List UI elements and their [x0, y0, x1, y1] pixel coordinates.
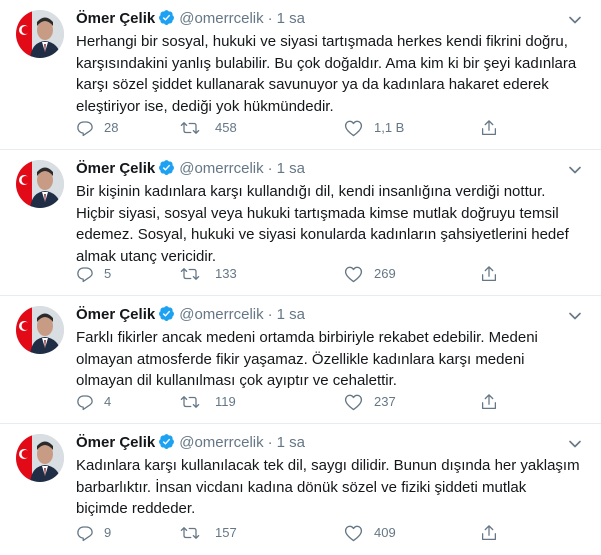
tweet-actions: 9 157 409 — [76, 523, 516, 543]
avatar[interactable] — [16, 10, 64, 58]
like-button[interactable]: 1,1 B — [344, 118, 434, 138]
tweet[interactable]: Ömer Çelik @omerrcelik · 1 sa Kadınlara kar… — [0, 424, 601, 555]
author-handle[interactable]: @omerrcelik — [179, 434, 263, 451]
tweet-actions: 28 458 1,1 B — [76, 118, 516, 138]
retweet-count: 119 — [215, 394, 236, 409]
tweet-header: Ömer Çelik @omerrcelik · 1 sa — [76, 158, 305, 180]
tweet-feed: Ömer Çelik @omerrcelik · 1 sa Herhangi bir … — [0, 0, 601, 555]
timestamp[interactable]: 1 sa — [277, 10, 305, 27]
retweet-count: 133 — [215, 266, 237, 281]
author-name[interactable]: Ömer Çelik — [76, 306, 155, 323]
reply-count: 28 — [104, 120, 119, 135]
like-button[interactable]: 237 — [344, 392, 434, 412]
like-button[interactable]: 409 — [344, 523, 434, 543]
avatar[interactable] — [16, 434, 64, 482]
tweet-actions: 5 133 269 — [76, 264, 516, 284]
reply-button[interactable]: 28 — [76, 118, 166, 138]
like-count: 237 — [374, 394, 396, 409]
reply-count: 5 — [104, 266, 112, 281]
author-name[interactable]: Ömer Çelik — [76, 434, 155, 451]
retweet-button[interactable]: 119 — [180, 392, 270, 412]
reply-count: 4 — [104, 394, 112, 409]
retweet-count: 157 — [215, 525, 237, 540]
retweet-button[interactable]: 133 — [180, 264, 270, 284]
tweet-actions: 4 119 237 — [76, 392, 516, 412]
tweet-text: Farklı fikirler ancak medeni ortamda bir… — [76, 329, 538, 389]
share-button[interactable] — [480, 392, 500, 412]
like-count: 1,1 B — [374, 120, 405, 135]
tweet-text: Herhangi bir sosyal, hukuki ve siyasi ta… — [76, 33, 577, 115]
reply-count: 9 — [104, 525, 112, 540]
avatar[interactable] — [16, 160, 64, 208]
retweet-count: 458 — [215, 120, 237, 135]
author-handle[interactable]: @omerrcelik — [179, 10, 263, 27]
separator: · — [267, 306, 273, 323]
author-handle[interactable]: @omerrcelik — [179, 306, 263, 323]
tweet[interactable]: Ömer Çelik @omerrcelik · 1 sa Bir kişinin k… — [0, 150, 601, 296]
reply-button[interactable]: 9 — [76, 523, 166, 543]
share-button[interactable] — [480, 523, 500, 543]
reply-button[interactable]: 5 — [76, 264, 166, 284]
author-handle[interactable]: @omerrcelik — [179, 160, 263, 177]
share-button[interactable] — [480, 118, 500, 138]
verified-badge-icon — [158, 159, 175, 183]
tweet[interactable]: Ömer Çelik @omerrcelik · 1 sa Herhangi bir … — [0, 0, 601, 150]
separator: · — [267, 10, 273, 27]
verified-badge-icon — [158, 305, 175, 329]
tweet[interactable]: Ömer Çelik @omerrcelik · 1 sa Farklı fikirl… — [0, 296, 601, 424]
author-name[interactable]: Ömer Çelik — [76, 160, 155, 177]
retweet-button[interactable]: 157 — [180, 523, 270, 543]
verified-badge-icon — [158, 9, 175, 33]
tweet-header: Ömer Çelik @omerrcelik · 1 sa — [76, 8, 305, 30]
timestamp[interactable]: 1 sa — [277, 434, 305, 451]
tweet-header: Ömer Çelik @omerrcelik · 1 sa — [76, 304, 305, 326]
share-button[interactable] — [480, 264, 500, 284]
chevron-down-icon[interactable] — [567, 308, 583, 324]
author-name[interactable]: Ömer Çelik — [76, 10, 155, 27]
like-count: 269 — [374, 266, 396, 281]
separator: · — [267, 160, 273, 177]
verified-badge-icon — [158, 433, 175, 457]
avatar[interactable] — [16, 306, 64, 354]
chevron-down-icon[interactable] — [567, 162, 583, 178]
retweet-button[interactable]: 458 — [180, 118, 270, 138]
timestamp[interactable]: 1 sa — [277, 306, 305, 323]
tweet-text: Kadınlara karşı kullanılacak tek dil, sa… — [76, 457, 580, 517]
chevron-down-icon[interactable] — [567, 12, 583, 28]
separator: · — [267, 434, 273, 451]
tweet-header: Ömer Çelik @omerrcelik · 1 sa — [76, 432, 305, 454]
reply-button[interactable]: 4 — [76, 392, 166, 412]
like-count: 409 — [374, 525, 396, 540]
timestamp[interactable]: 1 sa — [277, 160, 305, 177]
like-button[interactable]: 269 — [344, 264, 434, 284]
chevron-down-icon[interactable] — [567, 436, 583, 452]
tweet-text: Bir kişinin kadınlara karşı kullandığı d… — [76, 183, 569, 265]
